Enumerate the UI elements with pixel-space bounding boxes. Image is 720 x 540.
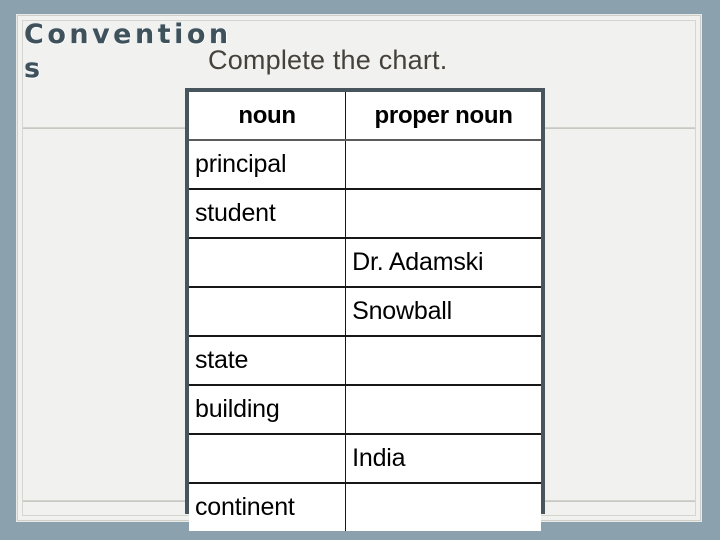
table-row: building — [189, 384, 541, 435]
table-row: Dr. Adamski — [189, 237, 541, 288]
cell-noun[interactable]: state — [189, 335, 347, 386]
cell-noun-blank[interactable] — [189, 286, 347, 337]
table-row: student — [189, 188, 541, 239]
table-body: principal student Dr. Adamski Snowball state… — [189, 139, 541, 531]
cell-noun-blank[interactable] — [189, 433, 347, 484]
cell-proper-noun[interactable]: India — [345, 433, 541, 484]
cell-proper-noun-blank[interactable] — [345, 188, 541, 239]
table-header: noun proper noun — [189, 92, 541, 141]
cell-proper-noun-blank[interactable] — [345, 482, 541, 531]
cell-noun-blank[interactable] — [189, 237, 347, 288]
cell-noun[interactable]: building — [189, 384, 347, 435]
table-row: state — [189, 335, 541, 386]
column-header-proper-noun: proper noun — [345, 92, 541, 141]
cell-proper-noun-blank[interactable] — [345, 139, 541, 190]
slide-root: Conventions Complete the chart. noun pro… — [0, 0, 720, 540]
cell-noun[interactable]: continent — [189, 482, 347, 531]
table-header-row: noun proper noun — [189, 92, 541, 141]
table-row: principal — [189, 139, 541, 190]
table-row: Snowball — [189, 286, 541, 337]
cell-noun[interactable]: principal — [189, 139, 347, 190]
chart-table-container: noun proper noun principal student Dr. Ada… — [185, 88, 545, 531]
cell-proper-noun-blank[interactable] — [345, 384, 541, 435]
noun-chart-table: noun proper noun principal student Dr. Ada… — [189, 92, 541, 531]
table-row: India — [189, 433, 541, 484]
cell-noun[interactable]: student — [189, 188, 347, 239]
table-row: continent — [189, 482, 541, 531]
column-header-noun: noun — [189, 92, 347, 141]
cell-proper-noun-blank[interactable] — [345, 335, 541, 386]
cell-proper-noun[interactable]: Snowball — [345, 286, 541, 337]
cell-proper-noun[interactable]: Dr. Adamski — [345, 237, 541, 288]
page-title: Conventions — [24, 19, 232, 84]
slide-subtitle: Complete the chart. — [208, 45, 448, 75]
